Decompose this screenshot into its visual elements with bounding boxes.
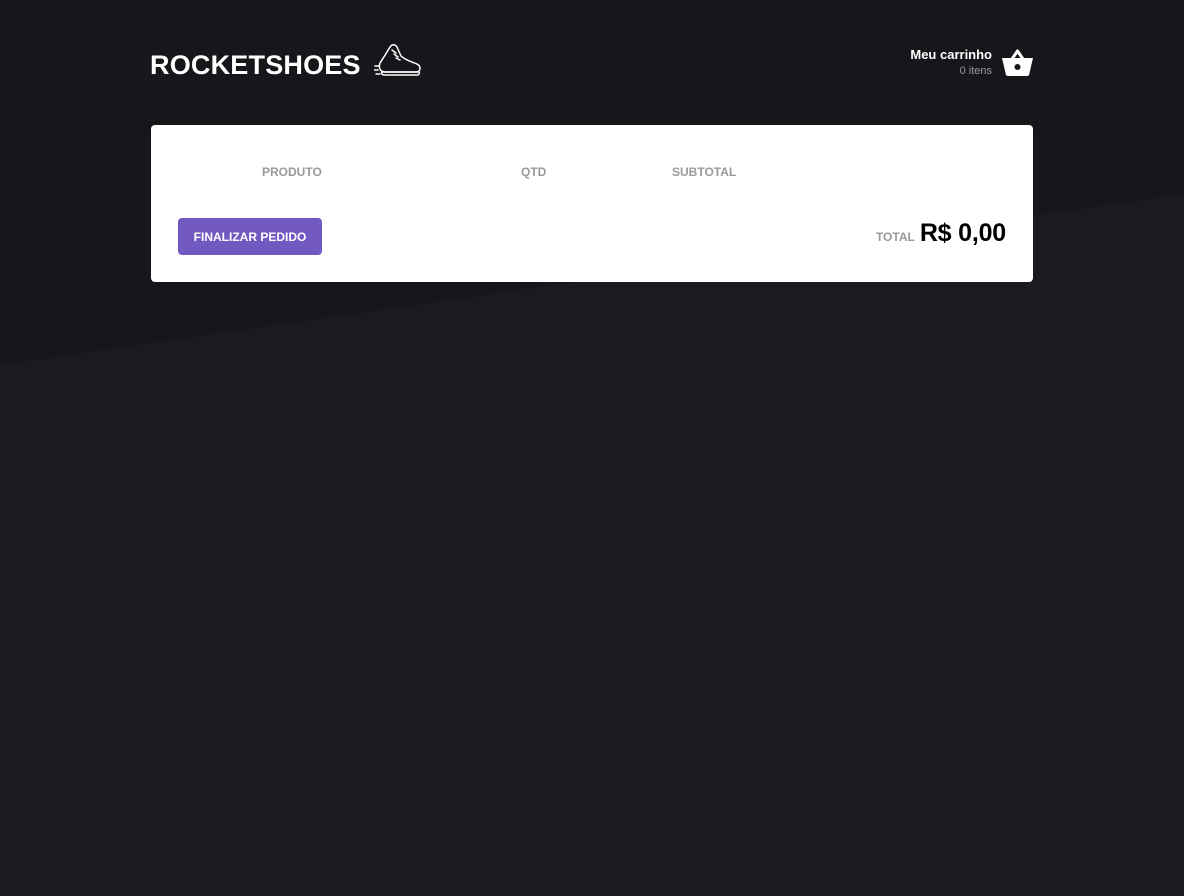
site-header: ROCKETSHOES Meu carrinho 0 itens [150, 0, 1033, 125]
brand-name: ROCKETSHOES [150, 50, 361, 80]
cart-summary: Meu carrinho 0 itens [910, 46, 992, 78]
total-value: R$ 0,00 [919, 219, 1006, 247]
page-container: ROCKETSHOES Meu carrinho 0 itens PRODUTO… [150, 0, 1033, 282]
cart-panel: PRODUTO QTD SUBTOTAL FINALIZAR PEDIDO TO… [151, 125, 1033, 282]
column-header-qtd: QTD [521, 165, 547, 179]
column-header-produto: PRODUTO [262, 165, 322, 179]
cart-title: Meu carrinho [910, 47, 992, 62]
running-shoe-icon [373, 43, 421, 76]
brand-logo-link[interactable]: ROCKETSHOES [150, 40, 422, 81]
total-label: TOTAL [875, 230, 915, 244]
finish-order-button[interactable]: FINALIZAR PEDIDO [178, 218, 322, 255]
cart-link[interactable]: Meu carrinho 0 itens [910, 46, 1033, 78]
order-total: TOTAL R$ 0,00 [876, 219, 1006, 248]
shopping-basket-icon [1002, 49, 1033, 76]
column-header-subtotal: SUBTOTAL [672, 165, 737, 179]
cart-item-count: 0 itens [959, 65, 992, 77]
